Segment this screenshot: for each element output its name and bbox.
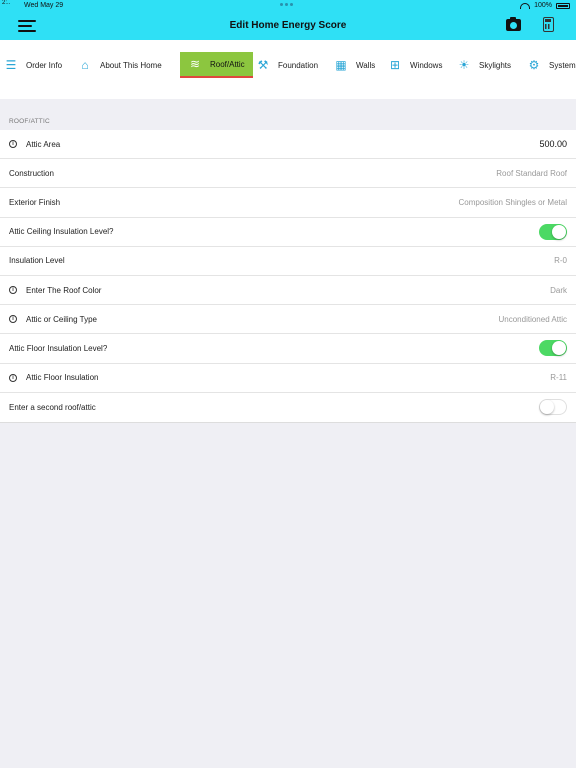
tab-systems[interactable]: ⚙ Systems [527,52,576,78]
roof-attic-form: i Attic Area 500.00 Construction Roof Sta… [0,130,576,423]
roof-color-select[interactable]: Dark [550,286,567,295]
tab-label: Windows [410,60,443,70]
attic-area-input[interactable]: 500.00 [539,139,567,149]
row-label: Enter The Roof Color [26,285,102,295]
attic-ceiling-type-select[interactable]: Unconditioned Attic [499,315,568,324]
tab-label: Skylights [479,60,512,70]
tab-label: Foundation [278,60,319,70]
battery-percent: 100% [534,2,552,9]
battery-icon [556,2,570,9]
tab-foundation[interactable]: ⚒ Foundation [256,52,318,78]
tab-order-info[interactable]: ☰ Order Info [4,52,62,78]
tab-bar-spacer [0,81,576,99]
row-label: Attic or Ceiling Type [26,314,97,324]
row-label: Attic Floor Insulation [26,373,99,383]
row-label: Insulation Level [9,256,65,266]
row-label: Construction [9,168,54,178]
list-icon: ☰ [5,58,17,72]
walls-icon: ▦ [335,58,347,72]
status-time: Wed May 29 [24,2,64,9]
tab-skylights[interactable]: ☀ Skylights [457,52,511,78]
camera-icon[interactable] [506,17,521,31]
attic-ceiling-insulation-toggle[interactable] [539,223,567,240]
row-construction[interactable]: Construction Roof Standard Roof [0,159,576,189]
section-title: ROOF/ATTIC [9,118,50,125]
roof-icon: ≋ [189,57,201,71]
section-tab-bar[interactable]: ☰ Order Info ⌂ About This Home ≋ Roof/At… [0,40,576,81]
row-exterior-finish[interactable]: Exterior Finish Composition Shingles or … [0,188,576,218]
status-corner: 2:.. [2,0,11,6]
construction-select[interactable]: Roof Standard Roof [496,169,567,178]
tab-windows[interactable]: ⊞ Windows [388,52,442,78]
tab-label: Roof/Attic [210,59,245,69]
info-icon[interactable]: i [9,373,17,382]
page-title: Edit Home Energy Score [229,20,347,31]
row-label: Exterior Finish [9,197,61,207]
wifi-icon [520,2,531,9]
row-label: Attic Floor Insulation Level? [9,343,108,353]
row-label: Attic Ceiling Insulation Level? [9,227,114,237]
info-icon[interactable]: i [9,286,17,295]
calculator-icon[interactable] [543,17,554,32]
insulation-level-select[interactable]: R-0 [554,256,567,265]
tab-label: About This Home [100,60,162,70]
row-label: Attic Area [26,139,61,149]
status-right: 100% [520,2,570,9]
systems-icon: ⚙ [528,58,540,72]
row-attic-ceiling-type[interactable]: i Attic or Ceiling Type Unconditioned Att… [0,305,576,335]
attic-floor-insulation-toggle[interactable] [539,340,567,357]
tab-about-this-home[interactable]: ⌂ About This Home [78,52,162,78]
row-attic-area[interactable]: i Attic Area 500.00 [0,130,576,160]
row-attic-floor-insulation[interactable]: i Attic Floor Insulation R-11 [0,364,576,393]
multitask-dots [280,3,296,6]
second-roof-attic-toggle[interactable] [539,399,567,416]
tab-label: Walls [356,60,376,70]
window-icon: ⊞ [389,58,401,72]
row-attic-ceiling-insulation: Attic Ceiling Insulation Level? [0,218,576,247]
row-label: Enter a second roof/attic [9,402,96,412]
tab-walls[interactable]: ▦ Walls [334,52,375,78]
row-roof-color[interactable]: i Enter The Roof Color Dark [0,276,576,306]
house-icon: ⌂ [81,58,89,72]
tab-label: Order Info [26,60,63,70]
info-icon[interactable]: i [9,140,17,149]
row-insulation-level[interactable]: Insulation Level R-0 [0,247,576,276]
attic-floor-insulation-select[interactable]: R-11 [550,373,567,382]
row-second-roof-attic: Enter a second roof/attic [0,393,576,422]
header-bar: 2:.. Wed May 29 100% Edit Home Energy Sc… [0,0,576,40]
tab-roof-attic[interactable]: ≋ Roof/Attic [180,52,253,78]
row-attic-floor-insulation-level: Attic Floor Insulation Level? [0,334,576,364]
info-icon[interactable]: i [9,315,17,324]
skylight-icon: ☀ [458,58,470,72]
exterior-finish-select[interactable]: Composition Shingles or Metal [459,198,568,207]
tab-label: Systems [549,60,576,70]
foundation-icon: ⚒ [257,58,269,72]
